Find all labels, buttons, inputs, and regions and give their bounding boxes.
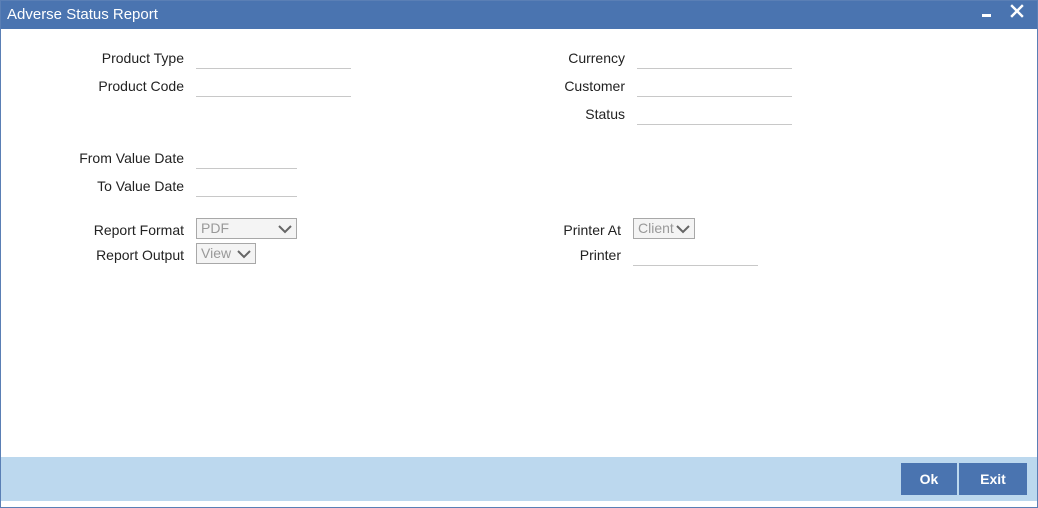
- product-code-input[interactable]: [196, 77, 351, 97]
- currency-input[interactable]: [637, 49, 792, 69]
- to-value-date-input[interactable]: [196, 177, 297, 197]
- customer-label: Customer: [564, 78, 625, 94]
- report-format-select[interactable]: PDF: [196, 218, 297, 239]
- close-icon[interactable]: [1007, 3, 1029, 25]
- to-value-date-label: To Value Date: [97, 178, 184, 194]
- report-output-label: Report Output: [96, 247, 184, 263]
- title-bar[interactable]: Adverse Status Report: [1, 1, 1037, 29]
- chevron-down-icon: [675, 222, 691, 238]
- customer-input[interactable]: [637, 77, 792, 97]
- chevron-down-icon: [277, 222, 293, 238]
- product-type-label: Product Type: [101, 50, 184, 66]
- ok-button[interactable]: Ok: [901, 463, 957, 495]
- printer-input[interactable]: [633, 246, 758, 266]
- from-value-date-input[interactable]: [196, 149, 297, 169]
- status-input[interactable]: [637, 105, 792, 125]
- product-type-input[interactable]: [196, 49, 351, 69]
- chevron-down-icon: [236, 247, 252, 263]
- product-code-label: Product Code: [98, 78, 184, 94]
- printer-at-label: Printer At: [563, 222, 621, 238]
- printer-at-select[interactable]: Client: [633, 218, 695, 239]
- report-format-label: Report Format: [93, 222, 184, 238]
- bottom-strip: [1, 501, 1037, 507]
- footer-bar: Ok Exit: [1, 457, 1037, 501]
- report-output-value: View: [201, 245, 232, 261]
- currency-label: Currency: [568, 50, 625, 66]
- printer-label: Printer: [579, 247, 621, 263]
- report-output-select[interactable]: View: [196, 243, 256, 264]
- minimize-icon[interactable]: [977, 3, 999, 25]
- report-format-value: PDF: [201, 220, 229, 236]
- from-value-date-label: From Value Date: [79, 150, 184, 166]
- status-label: Status: [585, 106, 625, 122]
- printer-at-value: Client: [638, 220, 674, 236]
- report-window: Adverse Status Report Product Type Produ…: [0, 0, 1038, 508]
- exit-button[interactable]: Exit: [959, 463, 1027, 495]
- window-title: Adverse Status Report: [7, 6, 158, 23]
